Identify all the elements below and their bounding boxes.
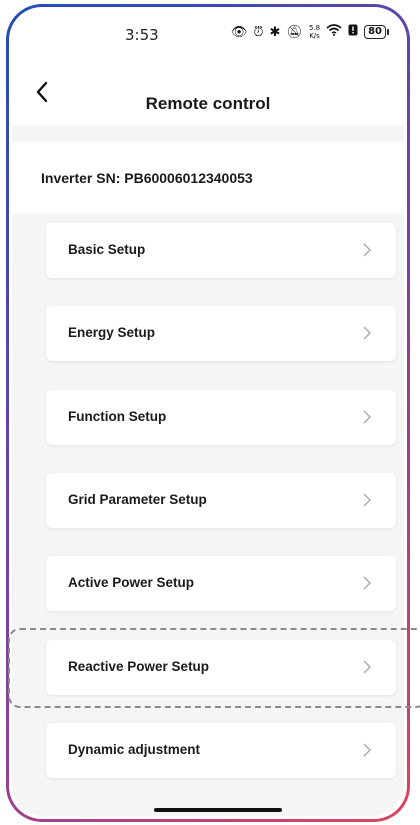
- menu-item-label: Grid Parameter Setup: [68, 492, 207, 507]
- menu-item-label: Active Power Setup: [68, 575, 195, 590]
- chevron-right-icon: [363, 660, 371, 674]
- page-title: Remote control: [145, 94, 271, 113]
- chevron-right-icon: [363, 243, 371, 257]
- inverter-sn-section: Inverter SN: PB60006012340053: [12, 142, 404, 214]
- menu-item-basic-setup[interactable]: Basic Setup: [46, 223, 396, 278]
- menu-item-label: Reactive Power Setup: [68, 659, 210, 674]
- menu-item-label: Energy Setup: [68, 325, 156, 340]
- menu-item-dynamic-adjustment[interactable]: Dynamic adjustment: [46, 723, 396, 778]
- inverter-sn: Inverter SN: PB60006012340053: [41, 170, 253, 186]
- eye-icon: 👁︎: [230, 24, 248, 40]
- menu-item-reactive-power-setup[interactable]: Reactive Power Setup: [46, 640, 396, 695]
- net-speed: 5.8 K/s: [309, 24, 320, 40]
- home-indicator[interactable]: [154, 808, 282, 812]
- net-speed-unit: K/s: [309, 32, 320, 40]
- battery-indicator: 80: [364, 25, 389, 39]
- mute-icon: 🔕︎: [286, 24, 303, 40]
- menu-item-energy-setup[interactable]: Energy Setup: [46, 306, 396, 361]
- notification-icon: [348, 24, 358, 40]
- net-speed-value: 5.8: [308, 24, 321, 32]
- status-icons: 👁︎ ⏰︎ ✱ 🔕︎ 5.8 K/s 80: [230, 24, 389, 40]
- status-time: 3:53: [125, 26, 159, 44]
- menu-item-label: Basic Setup: [68, 242, 146, 257]
- menu-item-label: Function Setup: [68, 409, 167, 424]
- menu-item-active-power-setup[interactable]: Active Power Setup: [46, 556, 396, 611]
- phone-frame: 3:53 👁︎ ⏰︎ ✱ 🔕︎ 5.8 K/s 80 Remote contro…: [6, 4, 410, 822]
- wifi-icon: [326, 24, 342, 40]
- chevron-right-icon: [363, 410, 371, 424]
- alarm-icon: ⏰︎: [253, 24, 264, 40]
- chevron-right-icon: [363, 743, 371, 757]
- menu-item-label: Dynamic adjustment: [68, 742, 201, 757]
- chevron-right-icon: [363, 576, 371, 590]
- chevron-right-icon: [363, 326, 371, 340]
- menu-item-grid-parameter-setup[interactable]: Grid Parameter Setup: [46, 473, 396, 528]
- chevron-right-icon: [363, 493, 371, 507]
- nav-bar: Remote control: [12, 58, 404, 126]
- status-bar: 3:53 👁︎ ⏰︎ ✱ 🔕︎ 5.8 K/s 80: [12, 10, 404, 58]
- app-screen: 3:53 👁︎ ⏰︎ ✱ 🔕︎ 5.8 K/s 80 Remote contro…: [12, 10, 404, 816]
- bluetooth-icon: ✱: [269, 24, 281, 40]
- menu-item-function-setup[interactable]: Function Setup: [46, 390, 396, 445]
